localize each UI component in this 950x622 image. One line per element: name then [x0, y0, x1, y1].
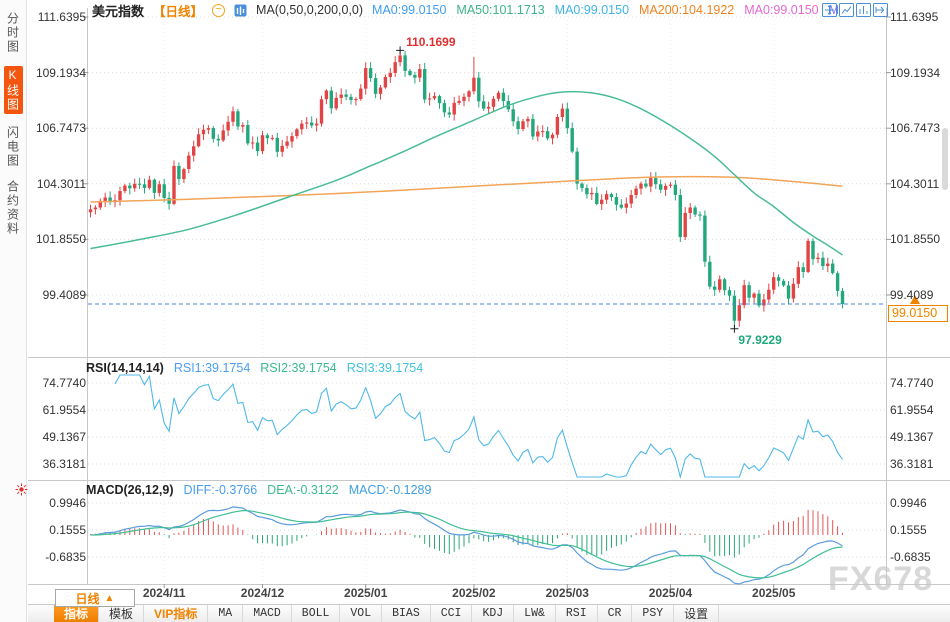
toolbar-item[interactable]: KDJ [472, 605, 514, 622]
chart-toolbar-icons [822, 3, 888, 17]
crosshair-icon[interactable] [822, 3, 837, 17]
y-axis-label: 111.6395 [890, 10, 944, 24]
y-axis-label: 49.1367 [890, 430, 944, 444]
y-axis-label: 104.3011 [32, 177, 86, 191]
y-axis-label: 36.3181 [890, 457, 944, 471]
legend-item: MA0:99.0150 [744, 3, 818, 17]
period-tag: 【日线】 [153, 1, 203, 20]
chart-type-sidebar: 分时图 K线图闪电图合约资料 [0, 0, 27, 622]
line-scale-icon[interactable] [839, 3, 854, 17]
legend-item: MA0:99.0150 [555, 3, 629, 17]
candle-chart-icon[interactable] [234, 4, 247, 17]
macd-legend: DIFF:-0.3766 DEA:-0.3122 MACD:-0.1289 [184, 483, 432, 497]
period-button-label: 日线 [76, 590, 100, 607]
toolbar-item[interactable]: BOLL [292, 605, 341, 622]
y-axis-label: -0.6835 [890, 550, 944, 564]
rsi-formula[interactable]: RSI(14,14,14) [86, 361, 164, 375]
legend-item: RSI3:39.1754 [347, 361, 423, 375]
toolbar-item[interactable]: 设置 [674, 605, 719, 622]
toolbar-item[interactable]: MACD [243, 605, 292, 622]
y-axis-label: 101.8550 [890, 232, 944, 246]
legend-item: DEA:-0.3122 [267, 483, 339, 497]
legend-item: MA200:104.1922 [639, 3, 734, 17]
main-chart-header: 美元指数 【日线】 − MA(0,50,0,200,0,0) MA0:99.01… [92, 2, 839, 18]
y-axis-label: 104.3011 [890, 177, 944, 191]
x-axis-label: 2024/11 [143, 586, 186, 600]
y-axis-label: 0.9946 [890, 496, 944, 510]
sidebar-item-tab[interactable]: 分时图 [5, 12, 22, 54]
x-axis-label: 2025/01 [344, 586, 387, 600]
y-axis-label: 61.9554 [32, 403, 86, 417]
x-axis-label: 2025/05 [752, 586, 795, 600]
toolbar-item[interactable]: VOL [340, 605, 382, 622]
legend-item: MA50:101.1713 [456, 3, 544, 17]
y-axis-label: 0.1555 [890, 523, 944, 537]
chart-app: FX678 分时图K线图闪电图合约资料 美元指数 【日线】 − MA(0,50,… [0, 0, 950, 622]
toolbar-item[interactable]: LW& [514, 605, 556, 622]
toolbar-item[interactable]: CCI [431, 605, 473, 622]
low-price-annotation: 97.9229 [738, 333, 781, 347]
macd-pane-header: MACD(26,12,9) DIFF:-0.3766 DEA:-0.3122 MAC… [86, 483, 431, 497]
toolbar-item[interactable]: 指标 [54, 605, 99, 622]
legend-item: MA0:99.0150 [372, 3, 446, 17]
toolbar-item[interactable]: BIAS [382, 605, 431, 622]
ma-formula[interactable]: MA(0,50,0,200,0,0) [256, 3, 363, 17]
last-price-label: 99.0150 [888, 305, 948, 322]
y-axis-label: -0.6835 [32, 550, 86, 564]
indicator-toolbar: 指标模板VIP指标MAMACDBOLLVOLBIASCCIKDJLW&RSICR… [28, 604, 950, 622]
toolbar-item[interactable]: PSY [632, 605, 674, 622]
y-axis-label: 61.9554 [890, 403, 944, 417]
rsi-legend: RSI1:39.1754 RSI2:39.1754 RSI3:39.1754 [174, 361, 423, 375]
macd-settings-icon[interactable] [15, 483, 28, 501]
toolbar-item[interactable]: MA [208, 605, 243, 622]
legend-item: MACD:-0.1289 [349, 483, 432, 497]
y-axis-label: 101.8550 [32, 232, 86, 246]
legend-item: RSI2:39.1754 [260, 361, 336, 375]
sidebar-item-tab[interactable]: 闪电图 [5, 126, 22, 168]
x-axis-label: 2024/12 [241, 586, 284, 600]
y-axis-label: 0.9946 [32, 496, 86, 510]
y-axis-label: 99.4089 [890, 288, 944, 302]
period-select-button[interactable]: 日线 ▲ [55, 589, 135, 607]
y-axis-label: 49.1367 [32, 430, 86, 444]
macd-formula[interactable]: MACD(26,12,9) [86, 483, 174, 497]
y-axis-label: 106.7473 [32, 121, 86, 135]
y-axis-label: 109.1934 [32, 66, 86, 80]
y-axis-label: 111.6395 [32, 10, 86, 24]
high-price-annotation: 110.1699 [406, 35, 455, 49]
x-axis-label: 2025/04 [649, 586, 692, 600]
toolbar-item[interactable]: 模板 [99, 605, 144, 622]
legend-item: DIFF:-0.3766 [184, 483, 258, 497]
x-axis-label: 2025/02 [452, 586, 495, 600]
sidebar-item-active[interactable]: K线图 [4, 66, 23, 114]
toolbar-item[interactable]: RSI [556, 605, 598, 622]
toolbar-item[interactable]: VIP指标 [144, 605, 208, 622]
scrollbar-thumb[interactable] [942, 128, 948, 190]
y-axis-label: 109.1934 [890, 66, 944, 80]
sidebar-item-tab[interactable]: 合约资料 [5, 180, 22, 236]
y-axis-label: 99.4089 [32, 288, 86, 302]
x-axis-label: 2025/03 [546, 586, 589, 600]
y-axis-label: 0.1555 [32, 523, 86, 537]
y-axis-label: 106.7473 [890, 121, 944, 135]
bar-scale-icon[interactable] [856, 3, 871, 17]
collapse-icon[interactable]: − [212, 4, 225, 17]
export-icon[interactable] [873, 3, 888, 17]
ma-legend: MA0:99.0150 MA50:101.1713 MA0:99.0150 MA200… [372, 3, 839, 17]
y-axis-label: 74.7740 [32, 376, 86, 390]
legend-item: RSI1:39.1754 [174, 361, 250, 375]
toolbar-item[interactable]: CR [598, 605, 633, 622]
y-axis-label: 74.7740 [890, 376, 944, 390]
chart-canvas[interactable] [0, 0, 950, 622]
rsi-pane-header: RSI(14,14,14) RSI1:39.1754RSI2:39.1754RS… [86, 361, 423, 375]
symbol-title: 美元指数 [92, 1, 144, 20]
chevron-up-icon: ▲ [105, 593, 115, 604]
y-axis-label: 36.3181 [32, 457, 86, 471]
